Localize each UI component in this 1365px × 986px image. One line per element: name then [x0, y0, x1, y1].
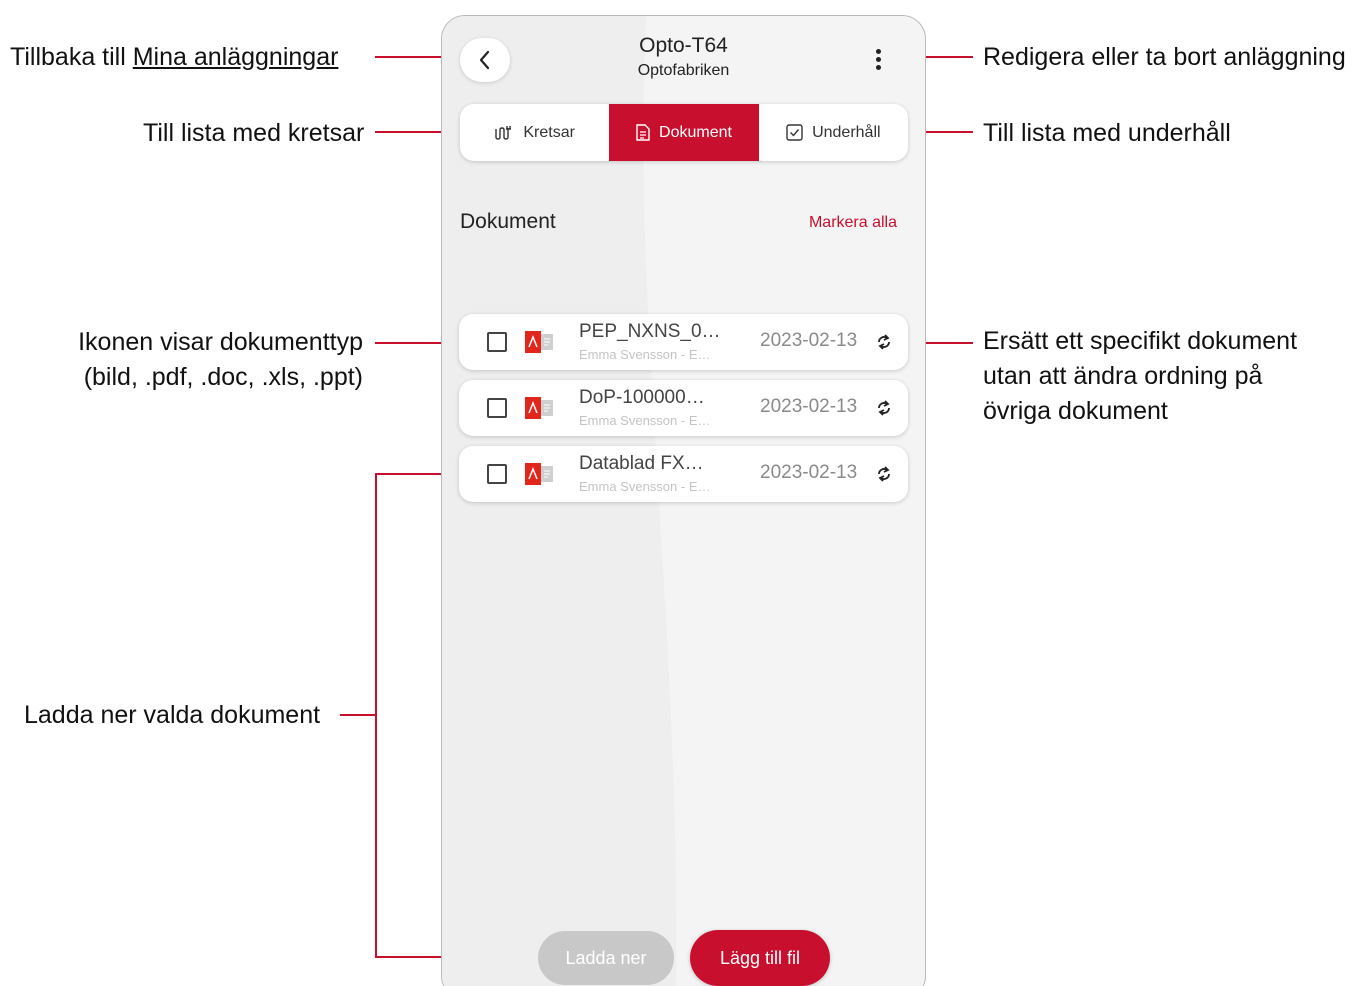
document-date: 2023-02-13: [760, 330, 858, 351]
download-button[interactable]: Ladda ner: [538, 931, 674, 985]
document-name: DoP-100000…: [579, 387, 705, 408]
replace-document-button[interactable]: [874, 463, 894, 485]
replace-document-button[interactable]: [874, 331, 894, 353]
annotation-icon-type: Ikonen visar dokumenttyp (bild, .pdf, .d…: [60, 325, 363, 395]
annotation-circuits: Till lista med kretsar: [143, 119, 365, 147]
pdf-icon: [525, 397, 553, 419]
document-date: 2023-02-13: [760, 462, 858, 483]
tab-dokument-label: Dokument: [659, 123, 732, 141]
annotation-line-download-vertical: [375, 473, 377, 957]
tab-underhall-label: Underhåll: [812, 123, 881, 141]
annotation-download: Ladda ner valda dokument: [24, 701, 321, 729]
pdf-icon: [525, 331, 553, 353]
document-row[interactable]: Datablad FX… Emma Svensson - E… 2023-02-…: [459, 446, 908, 502]
select-all-link[interactable]: Markera alla: [809, 214, 897, 232]
more-dot-icon: [875, 48, 881, 54]
document-meta: Emma Svensson - E…: [579, 413, 711, 428]
document-name: Datablad FX…: [579, 453, 704, 474]
page-subtitle: Optofabriken: [637, 62, 730, 79]
annotation-replace-line2: utan att ändra ordning på: [983, 362, 1263, 390]
tab-dokument[interactable]: Dokument: [609, 104, 759, 161]
tab-underhall[interactable]: Underhåll: [759, 104, 908, 161]
pdf-icon: [525, 463, 553, 485]
document-row[interactable]: DoP-100000… Emma Svensson - E… 2023-02-1…: [459, 380, 908, 436]
tab-kretsar-label: Kretsar: [523, 123, 575, 141]
document-checkbox[interactable]: [487, 464, 507, 484]
document-icon: [636, 124, 650, 141]
more-dot-icon: [875, 56, 881, 62]
annotation-line-download-a: [340, 714, 376, 716]
annotation-replace-line1: Ersätt ett specifikt dokument: [983, 327, 1298, 355]
annotation-back-link: Mina anläggningar: [132, 43, 339, 71]
annotation-maintenance: Till lista med underhåll: [983, 119, 1231, 147]
documents-section-title: Dokument: [460, 210, 556, 233]
document-checkbox[interactable]: [487, 332, 507, 352]
annotation-back-prefix: Tillbaka till: [10, 43, 133, 71]
annotation-icon-type-line2: (bild, .pdf, .doc, .xls, .ppt): [83, 363, 363, 391]
annotation-edit: Redigera eller ta bort anläggning: [983, 43, 1346, 71]
more-dot-icon: [875, 64, 881, 70]
annotation-replace-line3: övriga dokument: [983, 397, 1168, 425]
page-title: Opto-T64: [639, 34, 728, 57]
sync-icon: [878, 400, 890, 416]
document-row[interactable]: PEP_NXNS_0… Emma Svensson - E… 2023-02-1…: [459, 314, 908, 370]
document-checkbox[interactable]: [487, 398, 507, 418]
replace-document-button[interactable]: [874, 397, 894, 419]
add-file-button[interactable]: Lägg till fil: [690, 930, 830, 986]
checkbox-icon: [786, 124, 803, 141]
sync-icon: [878, 334, 890, 350]
annotation-back: Tillbaka till Mina anläggningar: [10, 40, 338, 75]
document-meta: Emma Svensson - E…: [579, 479, 711, 494]
document-meta: Emma Svensson - E…: [579, 347, 711, 362]
sync-icon: [878, 466, 890, 482]
circuit-icon: [494, 125, 514, 141]
annotation-replace: Ersätt ett specifikt dokument utan att ä…: [983, 324, 1297, 429]
document-name: PEP_NXNS_0…: [579, 321, 721, 342]
tab-kretsar[interactable]: Kretsar: [460, 104, 609, 161]
annotation-icon-type-line1: Ikonen visar dokumenttyp: [78, 328, 363, 356]
phone-screen: Opto-T64 Optofabriken Kretsar Dokument U…: [441, 15, 926, 986]
more-options-button[interactable]: [868, 44, 888, 74]
tab-bar: Kretsar Dokument Underhåll: [460, 104, 908, 161]
document-date: 2023-02-13: [760, 396, 858, 417]
